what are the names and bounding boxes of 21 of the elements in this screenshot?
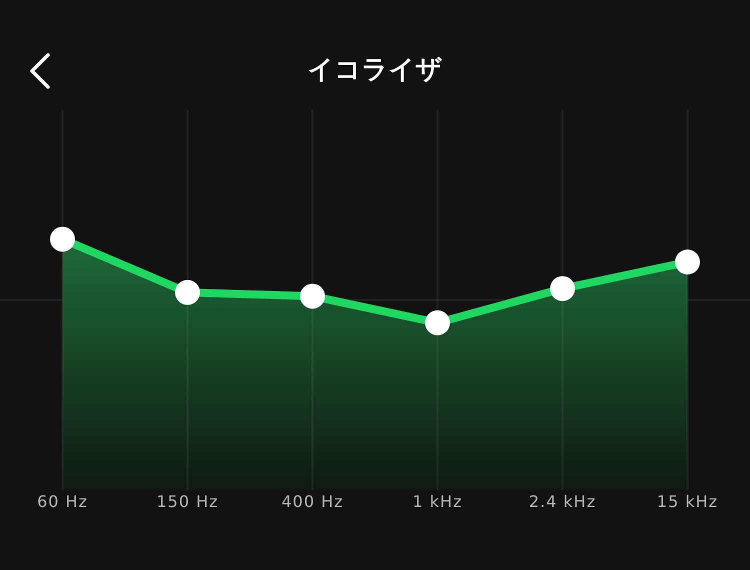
band-label: 150 Hz xyxy=(156,492,219,511)
screen-title: イコライザ xyxy=(308,55,442,85)
slider-track[interactable] xyxy=(425,110,450,490)
slider-track[interactable] xyxy=(550,110,575,490)
slider-track[interactable] xyxy=(50,110,75,490)
slider-thumb[interactable] xyxy=(175,280,200,305)
slider-track[interactable] xyxy=(175,110,200,490)
slider-thumb[interactable] xyxy=(550,276,575,302)
band-label: 1 kHz xyxy=(412,492,462,511)
slider-thumb[interactable] xyxy=(425,310,450,336)
band-label: 400 Hz xyxy=(281,492,344,511)
back-button[interactable] xyxy=(28,52,52,90)
band-label: 2.4 kHz xyxy=(528,492,596,511)
band-label: 15 kHz xyxy=(656,492,718,511)
slider-thumb[interactable] xyxy=(675,250,700,274)
slider-thumb[interactable] xyxy=(50,226,75,252)
slider-thumb[interactable] xyxy=(300,284,325,309)
chevron-left-icon xyxy=(28,52,52,90)
slider-track[interactable] xyxy=(675,110,700,490)
slider-track[interactable] xyxy=(300,110,325,490)
band-label: 60 Hz xyxy=(37,492,88,511)
